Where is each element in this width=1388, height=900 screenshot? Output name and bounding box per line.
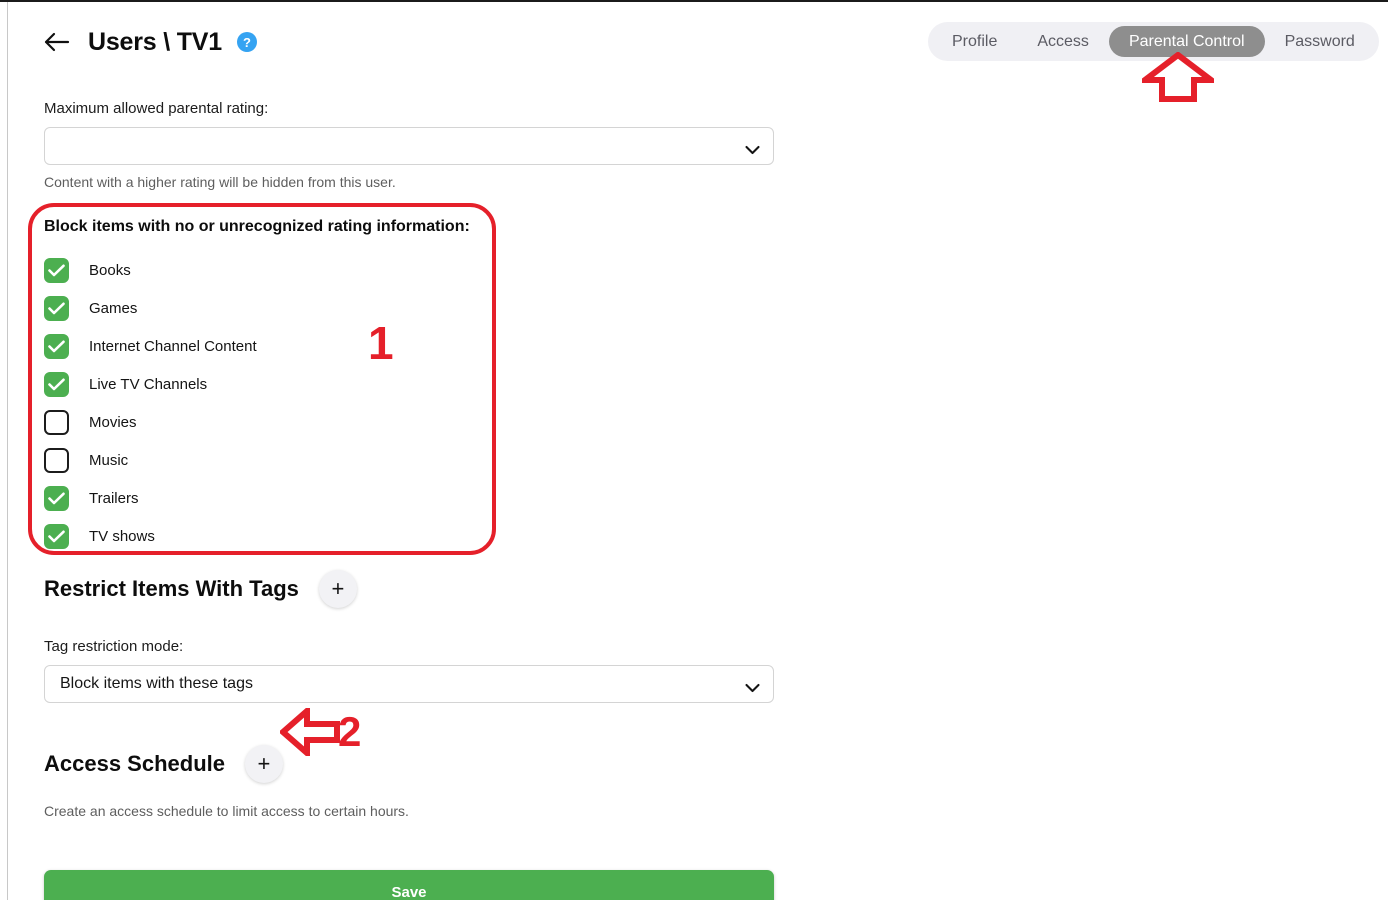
checkbox-checked-icon[interactable] bbox=[44, 485, 69, 511]
checkbox-row-games[interactable]: Games bbox=[44, 289, 776, 327]
checkbox-row-tv-shows[interactable]: TV shows bbox=[44, 517, 776, 555]
access-schedule-helper: Create an access schedule to limit acces… bbox=[44, 803, 409, 819]
access-schedule-title: Access Schedule bbox=[44, 751, 225, 776]
annotation-marker-1: 1 bbox=[368, 317, 394, 369]
save-button[interactable]: Save bbox=[44, 870, 774, 900]
max-rating-label: Maximum allowed parental rating: bbox=[44, 100, 269, 117]
parental-control-form: Maximum allowed parental rating: Content… bbox=[44, 100, 776, 900]
checkbox-label: Trailers bbox=[89, 489, 139, 507]
checkbox-row-live-tv-channels[interactable]: Live TV Channels bbox=[44, 365, 776, 403]
tag-mode-label: Tag restriction mode: bbox=[44, 638, 184, 655]
checkbox-checked-icon[interactable] bbox=[44, 371, 69, 397]
tab-profile[interactable]: Profile bbox=[932, 26, 1017, 57]
checkbox-label: Internet Channel Content bbox=[89, 337, 257, 355]
checkbox-checked-icon[interactable] bbox=[44, 295, 69, 321]
tab-access[interactable]: Access bbox=[1017, 26, 1109, 57]
block-items-list: Books Games Internet Channel Content Liv… bbox=[44, 251, 776, 555]
block-items-title: Block items with no or unrecognized rati… bbox=[44, 218, 470, 235]
checkbox-label: Live TV Channels bbox=[89, 375, 208, 393]
checkbox-unchecked-icon[interactable] bbox=[44, 409, 69, 435]
checkbox-row-trailers[interactable]: Trailers bbox=[44, 479, 776, 517]
top-divider bbox=[0, 0, 1388, 2]
checkbox-label: Music bbox=[89, 451, 129, 469]
annotation-arrow-up-icon bbox=[1136, 51, 1220, 102]
checkbox-checked-icon[interactable] bbox=[44, 523, 69, 549]
tag-mode-select[interactable]: Block items with these tags bbox=[44, 665, 774, 703]
checkbox-checked-icon[interactable] bbox=[44, 333, 69, 359]
checkbox-label: TV shows bbox=[89, 527, 155, 545]
access-schedule-section-header: Access Schedule + bbox=[44, 745, 776, 783]
tag-mode-value: Block items with these tags bbox=[60, 675, 253, 692]
page-header: Users \ TV1 ? bbox=[40, 16, 257, 68]
parental-control-page: Users \ TV1 ? Profile Access Parental Co… bbox=[0, 0, 1388, 900]
help-icon[interactable]: ? bbox=[236, 32, 257, 52]
checkbox-row-music[interactable]: Music bbox=[44, 441, 776, 479]
restrict-tags-title: Restrict Items With Tags bbox=[44, 576, 299, 601]
chevron-down-icon bbox=[745, 142, 760, 155]
max-rating-helper: Content with a higher rating will be hid… bbox=[44, 174, 396, 190]
checkbox-label: Games bbox=[89, 299, 138, 317]
tab-password[interactable]: Password bbox=[1265, 26, 1375, 57]
checkbox-row-internet-channel-content[interactable]: Internet Channel Content bbox=[44, 327, 776, 365]
chevron-down-icon bbox=[745, 680, 760, 693]
block-items-group: Block items with no or unrecognized rati… bbox=[44, 218, 776, 555]
left-divider bbox=[7, 2, 8, 900]
add-schedule-button[interactable]: + bbox=[244, 745, 283, 783]
add-tag-button[interactable]: + bbox=[318, 570, 357, 608]
checkbox-checked-icon[interactable] bbox=[44, 257, 69, 283]
checkbox-label: Books bbox=[89, 261, 131, 279]
max-rating-select[interactable] bbox=[44, 127, 774, 165]
back-arrow-icon[interactable] bbox=[40, 25, 74, 59]
page-title: Users \ TV1 bbox=[88, 27, 222, 56]
checkbox-row-books[interactable]: Books bbox=[44, 251, 776, 289]
annotation-marker-2: 2 bbox=[338, 708, 362, 755]
checkbox-label: Movies bbox=[89, 413, 137, 431]
checkbox-unchecked-icon[interactable] bbox=[44, 447, 69, 473]
restrict-tags-section-header: Restrict Items With Tags + bbox=[44, 570, 776, 608]
checkbox-row-movies[interactable]: Movies bbox=[44, 403, 776, 441]
annotation-arrow-left-icon bbox=[278, 704, 340, 760]
